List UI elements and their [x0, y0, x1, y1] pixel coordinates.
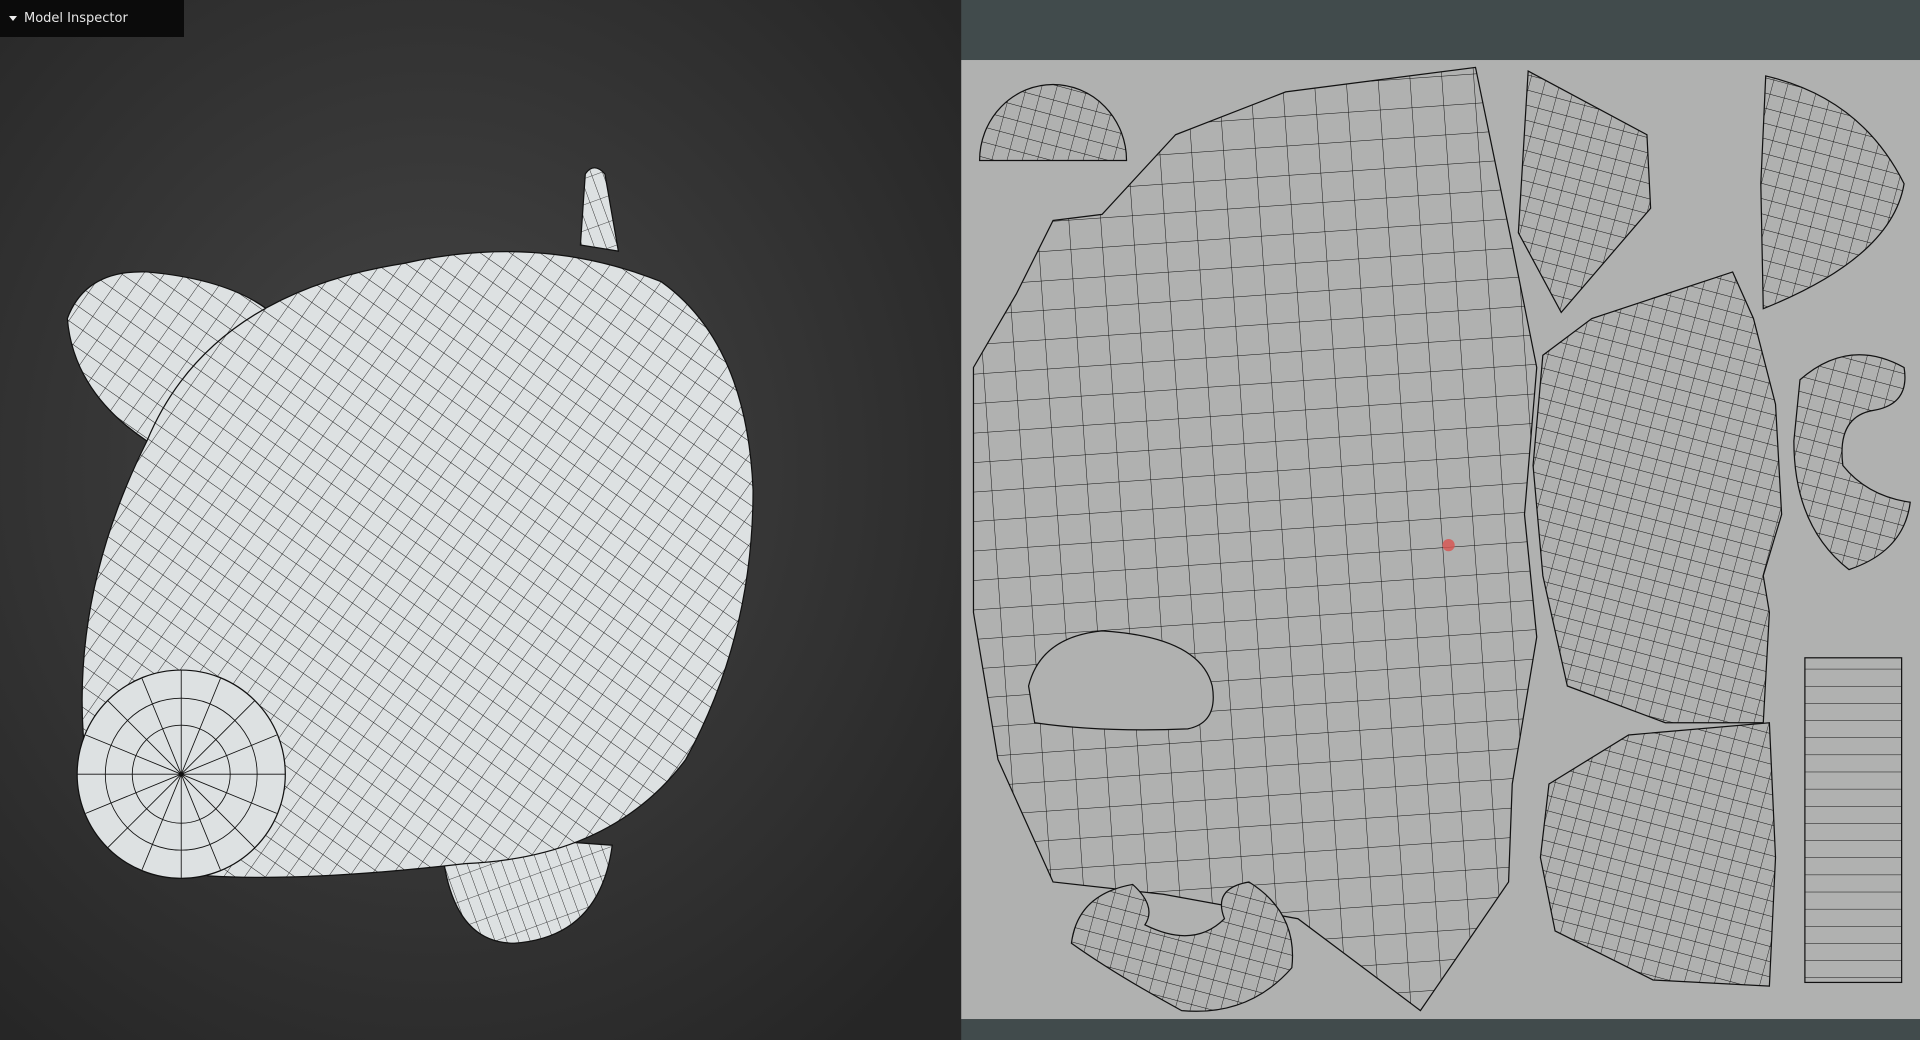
uv-editor-bottom-bar	[961, 1019, 1920, 1040]
uv-cursor-dot	[1442, 538, 1455, 552]
uv-island-strip	[1804, 657, 1903, 984]
uv-editor[interactable]	[961, 0, 1920, 1040]
uv-island-mid-right	[1532, 271, 1783, 724]
uv-editor-top-bar	[961, 0, 1920, 61]
snout-spokes	[77, 670, 286, 879]
caret-down-icon[interactable]	[9, 16, 17, 21]
3d-viewport[interactable]	[0, 0, 962, 1040]
model-inspector-header[interactable]: Model Inspector	[0, 0, 184, 37]
uv-islands	[972, 66, 1911, 1012]
model-inspector-title: Model Inspector	[24, 11, 128, 26]
workspace	[0, 0, 1920, 1040]
